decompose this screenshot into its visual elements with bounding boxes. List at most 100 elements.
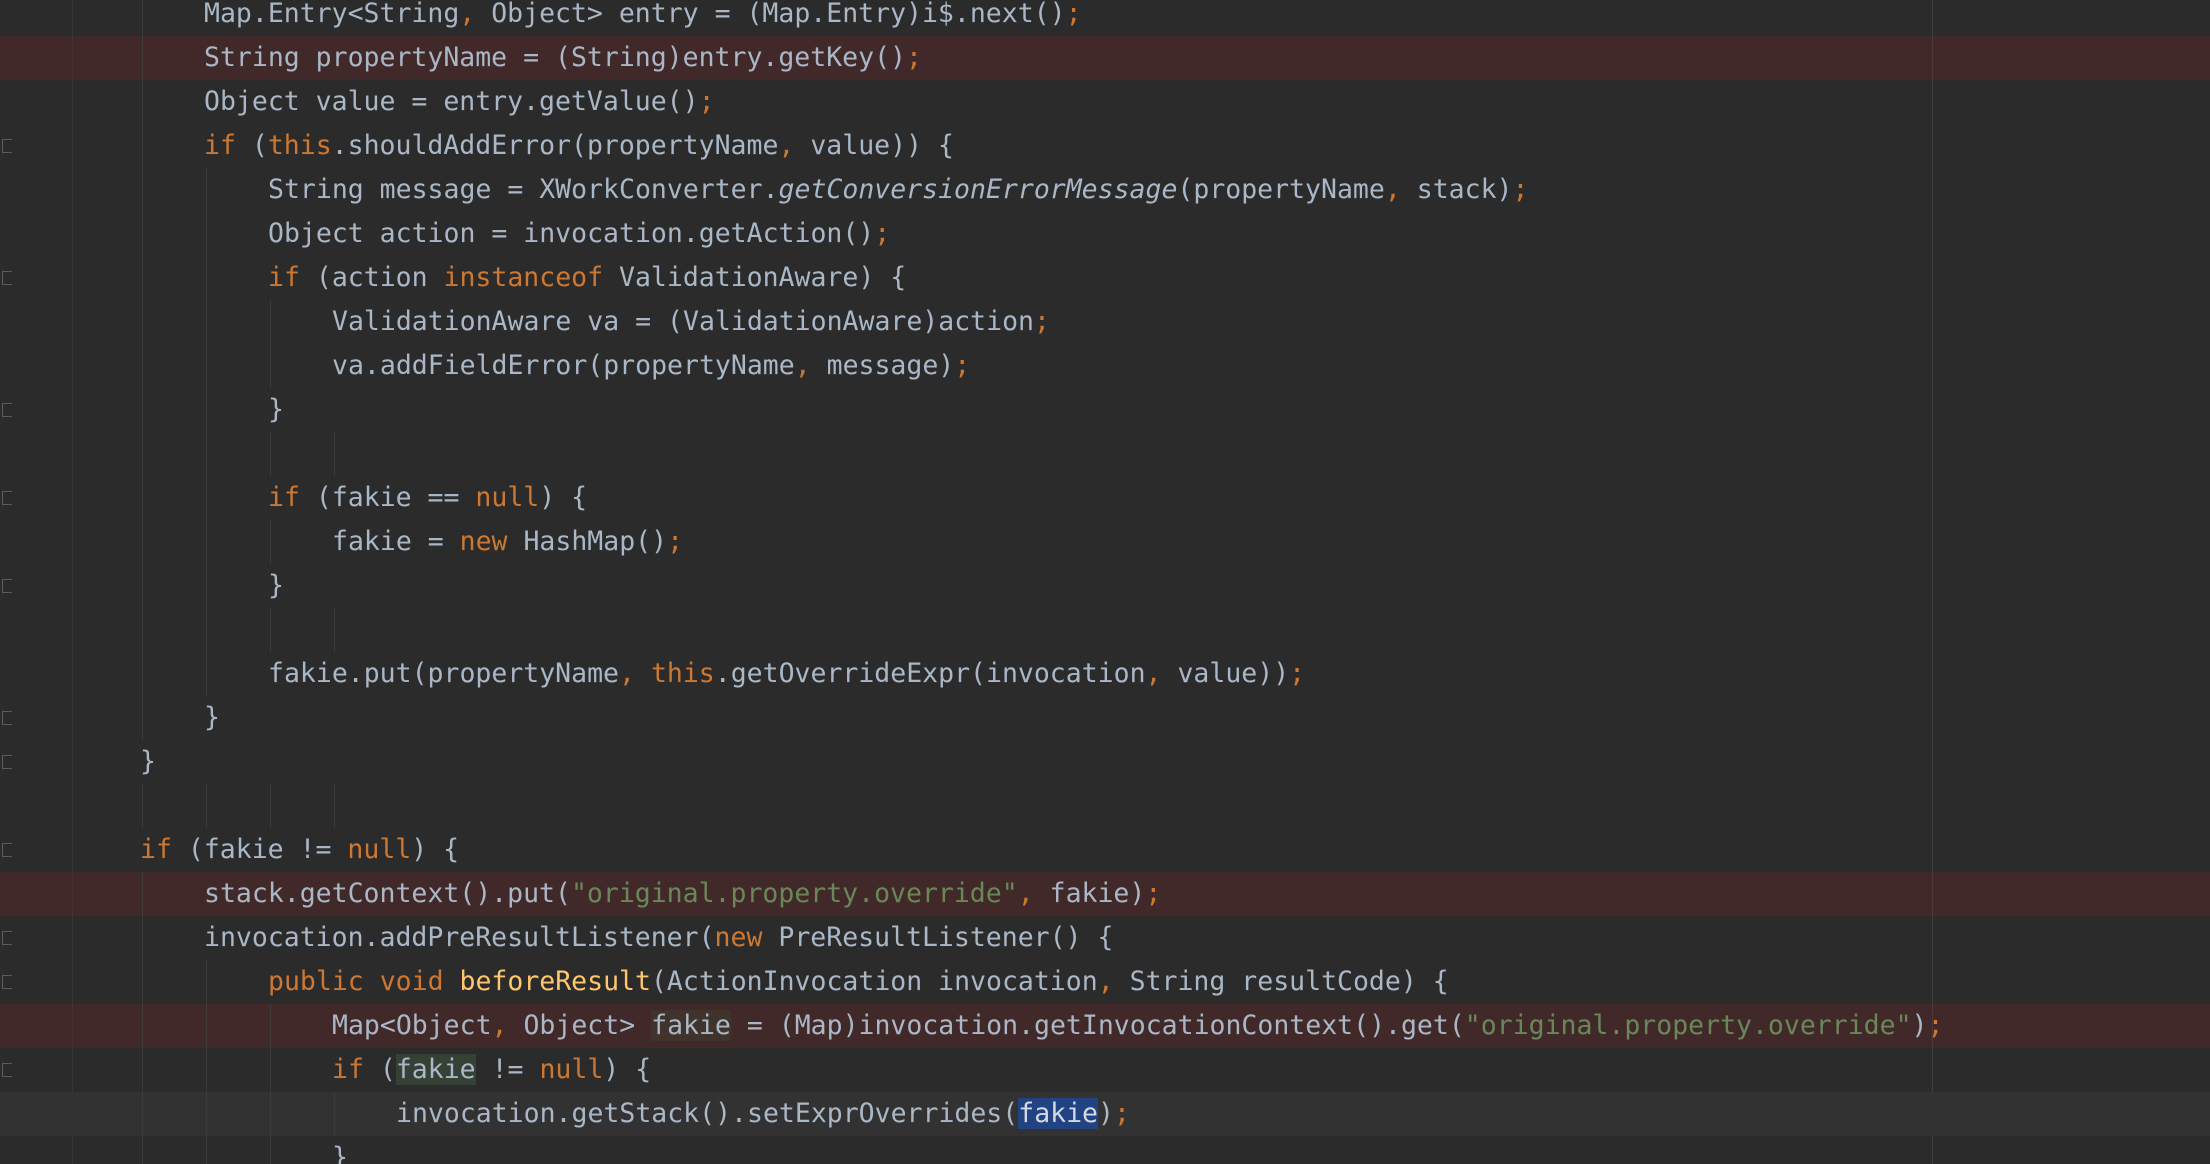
code-line[interactable]: Object action = invocation.getAction(); <box>0 212 2210 256</box>
code-token: ; <box>1113 1098 1130 1129</box>
code-token: invocation.addPreResultListener( <box>204 922 715 953</box>
code-token: fakie = <box>332 526 460 557</box>
code-text: } <box>140 740 156 784</box>
fold-marker-icon[interactable] <box>2 1063 12 1077</box>
code-line[interactable]: } <box>0 740 2210 784</box>
code-token: Object> <box>507 1010 652 1041</box>
code-text: va.addFieldError(propertyName, message); <box>332 344 970 388</box>
code-token: PreResultListener() { <box>762 922 1114 953</box>
code-token: , <box>619 658 635 689</box>
code-token: ; <box>667 526 684 557</box>
code-text: Map.Entry<String, Object> entry = (Map.E… <box>204 0 1082 36</box>
code-token: Object value = entry.getValue() <box>204 86 699 117</box>
code-text: invocation.getStack().setExprOverrides(f… <box>396 1092 1130 1136</box>
code-line[interactable]: Map<Object, Object> fakie = (Map)invocat… <box>0 1004 2210 1048</box>
code-line[interactable]: Map.Entry<String, Object> entry = (Map.E… <box>0 0 2210 36</box>
indent-guide <box>206 784 207 828</box>
code-editor[interactable]: Map.Entry<String, Object> entry = (Map.E… <box>0 0 2210 1164</box>
indent-guide <box>334 1092 335 1136</box>
indent-guide <box>270 520 271 564</box>
code-token: } <box>268 394 284 425</box>
code-token: ; <box>1512 174 1529 205</box>
fold-marker-icon[interactable] <box>2 975 12 989</box>
code-line[interactable]: invocation.addPreResultListener(new PreR… <box>0 916 2210 960</box>
fold-marker-icon[interactable] <box>2 931 12 945</box>
fold-marker-icon[interactable] <box>2 711 12 725</box>
fold-marker-icon[interactable] <box>2 843 12 857</box>
code-token: stack) <box>1400 174 1513 205</box>
indent-guide <box>142 872 143 1164</box>
code-line[interactable] <box>0 784 2210 828</box>
code-token: } <box>268 570 284 601</box>
code-token: String propertyName = (String)entry.getK… <box>204 42 906 73</box>
code-token: invocation.getStack().setExprOverrides( <box>396 1098 1019 1129</box>
code-token: this <box>267 130 332 161</box>
code-line[interactable]: if (fakie != null) { <box>0 1048 2210 1092</box>
code-token: , <box>1384 174 1401 205</box>
code-token: (fakie != <box>171 834 348 865</box>
code-line[interactable]: va.addFieldError(propertyName, message); <box>0 344 2210 388</box>
code-line[interactable]: String message = XWorkConverter.getConve… <box>0 168 2210 212</box>
indent-guide <box>334 608 335 652</box>
code-text: if (this.shouldAddError(propertyName, va… <box>204 124 954 168</box>
code-text: if (fakie != null) { <box>332 1048 651 1092</box>
code-line[interactable]: invocation.getStack().setExprOverrides(f… <box>0 1092 2210 1136</box>
code-token: String message = XWorkConverter. <box>268 174 779 205</box>
code-token: ; <box>874 218 891 249</box>
code-token: null <box>475 482 540 513</box>
code-line[interactable]: public void beforeResult(ActionInvocatio… <box>0 960 2210 1004</box>
code-token: instanceof <box>443 262 604 293</box>
code-text: fakie = new HashMap(); <box>332 520 683 564</box>
code-line[interactable]: if (fakie != null) { <box>0 828 2210 872</box>
code-token: = (Map)invocation.getInvocationContext()… <box>730 1010 1465 1041</box>
code-token: HashMap() <box>507 526 668 557</box>
indent-guide <box>334 784 335 828</box>
fold-marker-icon[interactable] <box>2 755 12 769</box>
code-token: (propertyName <box>1177 174 1385 205</box>
code-line[interactable]: if (this.shouldAddError(propertyName, va… <box>0 124 2210 168</box>
fold-marker-icon[interactable] <box>2 579 12 593</box>
code-text: if (fakie == null) { <box>268 476 587 520</box>
code-text: public void beforeResult(ActionInvocatio… <box>268 960 1449 1004</box>
fold-marker-icon[interactable] <box>2 139 12 153</box>
code-line[interactable] <box>0 432 2210 476</box>
code-token: ) <box>1098 1098 1114 1129</box>
code-line[interactable]: } <box>0 696 2210 740</box>
code-line[interactable]: ValidationAware va = (ValidationAware)ac… <box>0 300 2210 344</box>
code-line[interactable]: } <box>0 564 2210 608</box>
code-line[interactable]: } <box>0 1136 2210 1164</box>
fold-marker-icon[interactable] <box>2 403 12 417</box>
code-token: ; <box>698 86 715 117</box>
fold-marker-icon[interactable] <box>2 271 12 285</box>
code-token: fakie <box>1018 1098 1099 1129</box>
code-text: if (fakie != null) { <box>140 828 459 872</box>
indent-guide <box>142 0 143 740</box>
code-line[interactable]: Object value = entry.getValue(); <box>0 80 2210 124</box>
indent-guide <box>142 784 143 828</box>
code-text: invocation.addPreResultListener(new PreR… <box>204 916 1113 960</box>
code-token: "original.property.override" <box>1464 1010 1912 1041</box>
code-line[interactable]: } <box>0 388 2210 432</box>
code-line[interactable] <box>0 608 2210 652</box>
code-token: fakie <box>395 1054 476 1085</box>
code-text: ValidationAware va = (ValidationAware)ac… <box>332 300 1050 344</box>
code-token: ) { <box>539 482 588 513</box>
code-token: new <box>714 922 763 953</box>
code-token: ; <box>1034 306 1050 337</box>
code-token: } <box>140 746 156 777</box>
code-token: new <box>459 526 508 557</box>
code-token: , <box>778 130 795 161</box>
code-line[interactable]: fakie.put(propertyName, this.getOverride… <box>0 652 2210 696</box>
code-line[interactable]: if (fakie == null) { <box>0 476 2210 520</box>
fold-marker-icon[interactable] <box>2 491 12 505</box>
code-line[interactable]: String propertyName = (String)entry.getK… <box>0 36 2210 80</box>
code-text: String message = XWorkConverter.getConve… <box>268 168 1528 212</box>
code-line[interactable]: if (action instanceof ValidationAware) { <box>0 256 2210 300</box>
code-line[interactable]: stack.getContext().put("original.propert… <box>0 872 2210 916</box>
code-token: Object> entry = (Map.Entry)i$.next() <box>475 0 1066 29</box>
code-text: stack.getContext().put("original.propert… <box>204 872 1161 916</box>
code-token: ; <box>1289 658 1306 689</box>
code-token: value)) { <box>794 130 954 161</box>
code-token: ; <box>1145 878 1162 909</box>
code-line[interactable]: fakie = new HashMap(); <box>0 520 2210 564</box>
